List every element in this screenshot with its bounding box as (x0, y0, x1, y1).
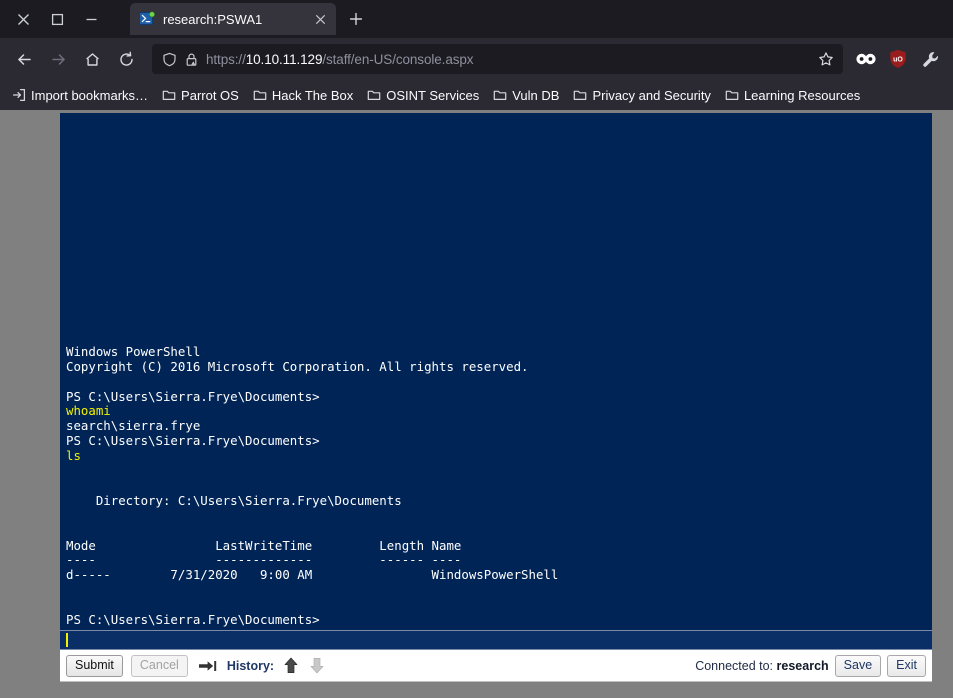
toolbar-left-group: Submit Cancel History: (66, 654, 326, 677)
bookmark-label: Import bookmarks… (31, 87, 149, 103)
exit-button[interactable]: Exit (887, 654, 926, 677)
history-down-button (308, 656, 326, 676)
new-tab-button[interactable] (342, 5, 370, 33)
star-icon[interactable] (815, 51, 837, 67)
folder-icon (253, 88, 267, 102)
folder-icon (725, 88, 739, 102)
window-minimize-button[interactable] (74, 4, 108, 34)
browser-tab[interactable]: research:PSWA1 (130, 3, 336, 35)
console-transcript: Windows PowerShell Copyright (C) 2016 Mi… (60, 343, 932, 628)
bookmark-label: Privacy and Security (592, 87, 711, 103)
tab-key-icon[interactable] (196, 659, 219, 673)
bookmark-label: OSINT Services (386, 87, 480, 103)
console-line: search\sierra.frye (66, 418, 201, 434)
import-icon (12, 88, 26, 102)
console-output-area[interactable]: Windows PowerShell Copyright (C) 2016 Mi… (60, 113, 932, 630)
submit-button[interactable]: Submit (66, 654, 123, 677)
bookmark-label: Hack The Box (271, 87, 354, 103)
svg-text:uO: uO (893, 56, 903, 63)
bookmark-hack-the-box[interactable]: Hack The Box (247, 85, 359, 106)
window-close-button[interactable] (6, 4, 40, 34)
browser-window: research:PSWA1 https://10.10.11.129/staf… (0, 0, 953, 698)
powershell-icon (139, 11, 155, 27)
bookmark-import-bookmarks[interactable]: Import bookmarks… (6, 85, 154, 106)
console-command: whoami (66, 403, 111, 419)
folder-icon (493, 88, 507, 102)
lock-warning-icon[interactable] (184, 52, 199, 67)
powershell-web-access-app: Windows PowerShell Copyright (C) 2016 Mi… (60, 113, 932, 698)
console-line: PS C:\Users\Sierra.Frye\Documents> (66, 612, 320, 628)
command-input-line[interactable] (60, 630, 932, 650)
tab-strip: research:PSWA1 (0, 0, 953, 38)
window-maximize-button[interactable] (40, 4, 74, 34)
home-icon[interactable] (76, 43, 108, 75)
tab-title: research:PSWA1 (163, 11, 263, 27)
foxyproxy-icon[interactable] (851, 44, 881, 74)
reload-icon[interactable] (110, 43, 142, 75)
url-scheme: https:// (206, 51, 246, 67)
bookmarks-bar: Import bookmarks… Parrot OS Hack The Box (0, 80, 953, 110)
save-button[interactable]: Save (834, 654, 882, 677)
folder-icon (367, 88, 381, 102)
console-line: Copyright (C) 2016 Microsoft Corporation… (66, 358, 529, 374)
bookmark-osint-services[interactable]: OSINT Services (361, 85, 485, 106)
connection-target: research (776, 658, 829, 673)
cancel-button: Cancel (130, 654, 188, 677)
bookmark-parrot-os[interactable]: Parrot OS (156, 85, 245, 106)
page-footer-strip (60, 682, 932, 698)
console-line: Windows PowerShell (66, 343, 201, 359)
pswa-toolbar: Submit Cancel History: Connected to: res… (60, 650, 932, 682)
page-right-gutter (932, 110, 953, 698)
bookmark-label: Vuln DB (512, 87, 560, 103)
folder-icon (573, 88, 587, 102)
forward-arrow-icon[interactable] (42, 43, 74, 75)
console-table-rule: ---- ------------- ------ ---- (66, 552, 462, 568)
ublock-origin-icon[interactable]: uO (883, 44, 913, 74)
wrench-icon[interactable] (915, 44, 945, 74)
console-table-row: d----- 7/31/2020 9:00 AM WindowsPowerShe… (66, 567, 559, 583)
history-label: History: (226, 658, 275, 673)
console-line: PS C:\Users\Sierra.Frye\Documents> (66, 388, 320, 404)
url-host: 10.10.11.129 (245, 51, 323, 67)
bookmark-vuln-db[interactable]: Vuln DB (487, 85, 565, 106)
connection-prefix: Connected to: (695, 658, 774, 673)
folder-icon (162, 88, 176, 102)
back-arrow-icon[interactable] (8, 43, 40, 75)
console-table-header: Mode LastWriteTime Length Name (66, 537, 462, 553)
console-command: ls (66, 448, 81, 464)
url-text[interactable]: https://10.10.11.129/staff/en-US/console… (206, 52, 808, 67)
bookmark-privacy-and-security[interactable]: Privacy and Security (567, 85, 717, 106)
url-path: /staff/en-US/console.aspx (322, 51, 474, 67)
toolbar-right-group: Connected to: research Save Exit (695, 654, 926, 677)
text-caret (66, 633, 68, 647)
bookmark-label: Learning Resources (743, 87, 861, 103)
console-line: PS C:\Users\Sierra.Frye\Documents> (66, 433, 320, 449)
console-directory-header: Directory: C:\Users\Sierra.Frye\Document… (66, 492, 402, 508)
bookmark-learning-resources[interactable]: Learning Resources (719, 85, 866, 106)
connection-status: Connected to: research (695, 659, 828, 673)
tab-close-icon[interactable] (310, 9, 330, 29)
url-bar[interactable]: https://10.10.11.129/staff/en-US/console… (152, 44, 843, 74)
bookmark-label: Parrot OS (181, 87, 239, 103)
shield-icon[interactable] (162, 52, 177, 67)
history-up-button[interactable] (282, 656, 300, 676)
page-viewport: Windows PowerShell Copyright (C) 2016 Mi… (0, 110, 953, 698)
navigation-toolbar: https://10.10.11.129/staff/en-US/console… (0, 38, 953, 80)
